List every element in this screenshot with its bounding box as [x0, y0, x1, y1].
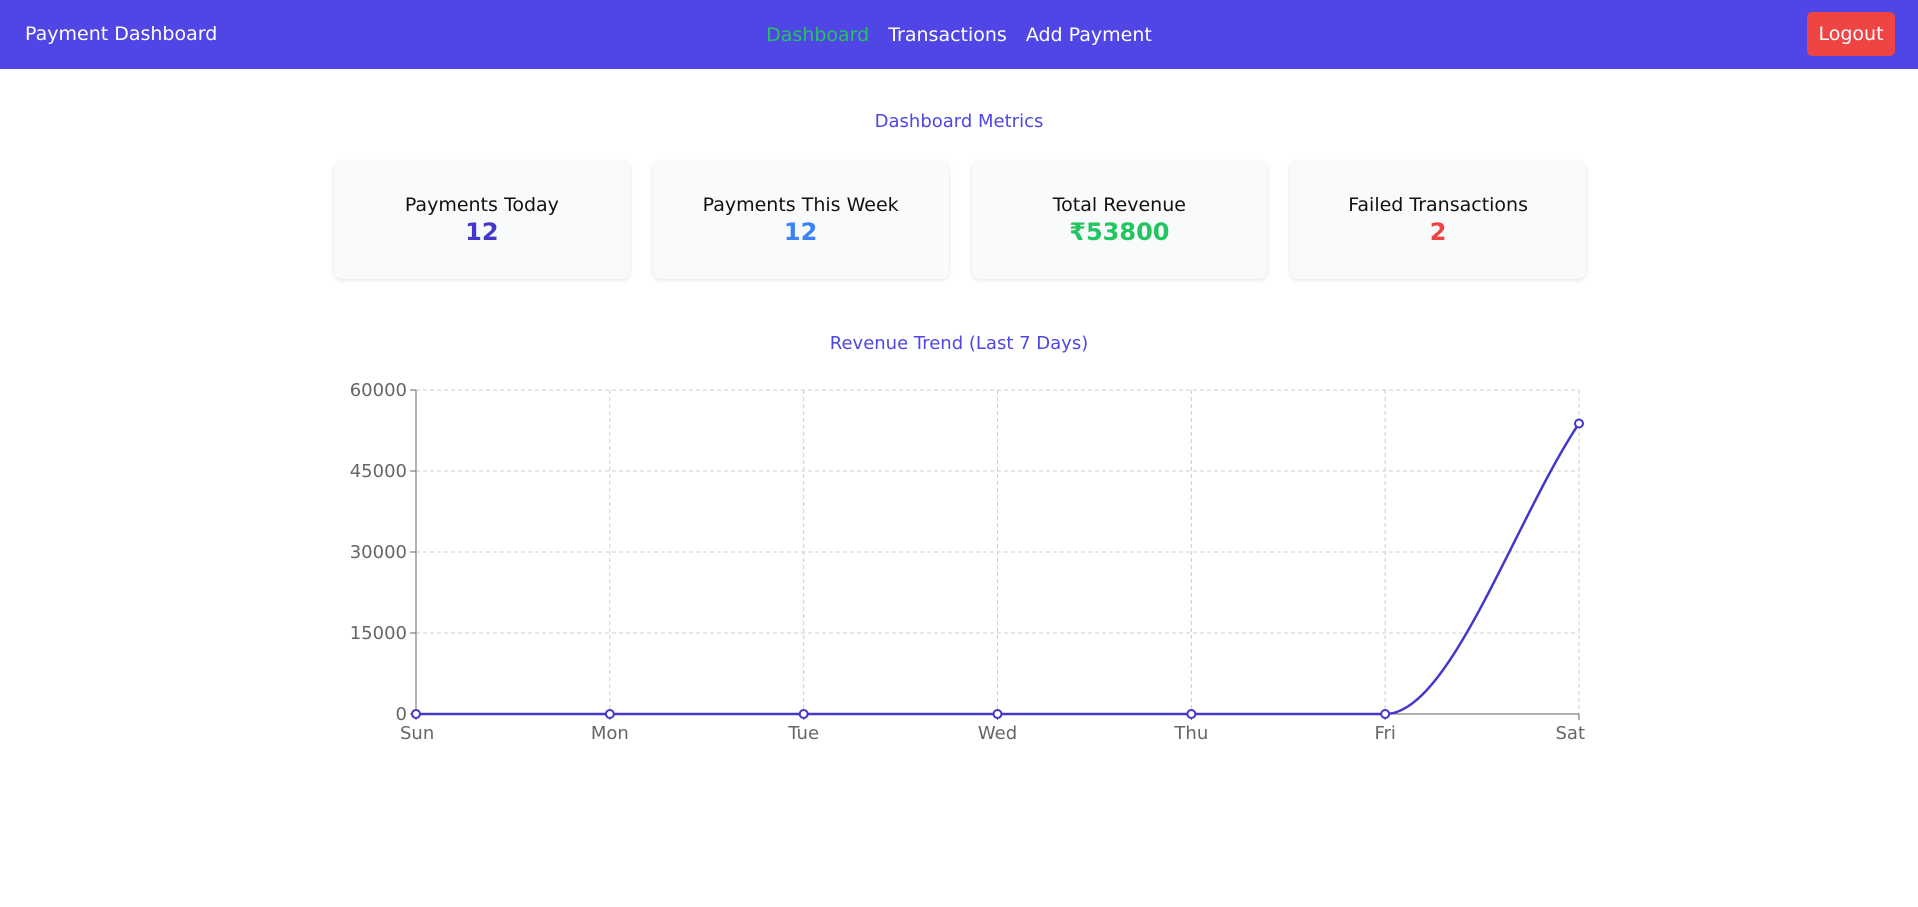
- data-point: [1574, 418, 1584, 429]
- y-tick-label: 30000: [350, 542, 407, 563]
- x-tick-label: Sun: [400, 723, 434, 744]
- x-tick-label: Thu: [1173, 723, 1208, 744]
- x-tick-label: Tue: [787, 723, 819, 744]
- y-tick-label: 60000: [350, 380, 407, 401]
- data-point: [1380, 709, 1391, 719]
- data-point: [798, 709, 809, 719]
- x-tick-label: Sat: [1555, 723, 1585, 744]
- data-point: [411, 709, 421, 719]
- data-point: [1186, 709, 1197, 719]
- revenue-trend-chart: 0 15000 30000 45000 60000 Sun Mon Tue Wed Thu Fri S…: [350, 380, 1585, 744]
- y-tick-label: 15000: [350, 623, 407, 644]
- y-tick-label: 45000: [350, 461, 407, 482]
- x-tick-label: Wed: [978, 723, 1017, 744]
- data-point: [992, 709, 1003, 719]
- x-tick-label: Mon: [591, 723, 629, 744]
- x-tick-label: Fri: [1374, 723, 1395, 744]
- y-tick-label: 0: [396, 704, 407, 725]
- data-point: [604, 709, 615, 719]
